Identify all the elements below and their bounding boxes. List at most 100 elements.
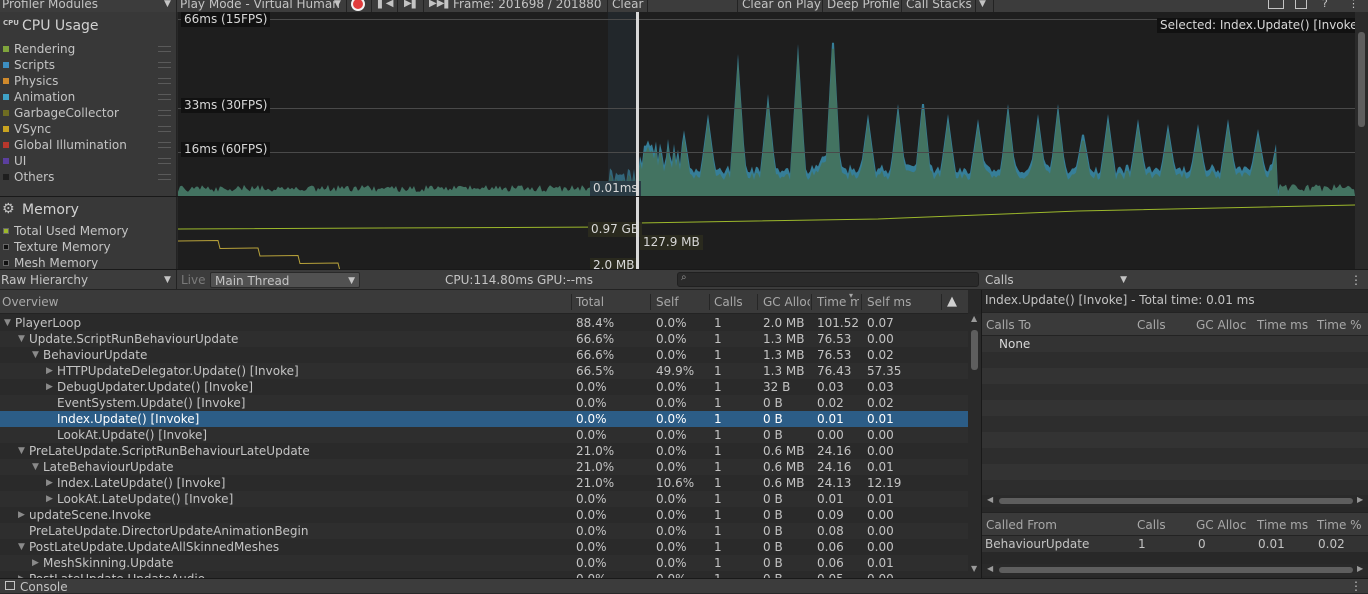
column-calls[interactable]: Calls	[714, 295, 743, 309]
table-row[interactable]: ▼ PlayerLoop 88.4% 0.0% 1 2.0 MB 101.52 0.07	[0, 315, 968, 331]
scroll-right-icon[interactable]: ▶	[1357, 495, 1363, 504]
search-field[interactable]: ⌕	[677, 272, 979, 287]
legend-item-garbagecollector[interactable]: GarbageCollector	[3, 105, 119, 121]
table-row[interactable]: ▼ LateBehaviourUpdate 21.0% 0.0% 1 0.6 MB 24.1…	[0, 459, 968, 475]
expanded-arrow-icon[interactable]: ▼	[32, 347, 39, 363]
column-called-from[interactable]: Called From	[986, 518, 1057, 532]
table-row[interactable]: LookAt.Update() [Invoke] 0.0% 0.0% 1 0 B 0.00…	[0, 427, 968, 443]
column-calls-to[interactable]: Calls To	[986, 318, 1031, 332]
column-gc-alloc[interactable]: GC Alloc	[1196, 518, 1246, 532]
table-row[interactable]: Index.Update() [Invoke] 0.0% 0.0% 1 0 B 0.01 0…	[0, 411, 968, 427]
table-row[interactable]: ▶ updateScene.Invoke 0.0% 0.0% 1 0 B 0.09 0.00	[0, 507, 968, 523]
drag-handle-icon[interactable]	[158, 142, 171, 148]
column-gc-alloc[interactable]: GC Alloc	[1196, 318, 1246, 332]
collapsed-arrow-icon[interactable]: ▶	[46, 491, 53, 507]
column-calls[interactable]: Calls	[1137, 318, 1166, 332]
expanded-arrow-icon[interactable]: ▼	[18, 539, 25, 555]
scroll-down-icon[interactable]: ▼	[971, 564, 977, 573]
chevron-down-icon[interactable]: ▼	[334, 0, 341, 12]
scrollbar-thumb[interactable]	[999, 498, 1353, 504]
column-overview[interactable]: Overview	[2, 295, 59, 309]
expanded-arrow-icon[interactable]: ▼	[4, 315, 11, 331]
previous-frame-icon[interactable]: ▌◀	[378, 0, 393, 12]
scrollbar-thumb[interactable]	[999, 567, 1353, 573]
next-frame-icon[interactable]: ▶▌	[404, 0, 419, 12]
legend-item-physics[interactable]: Physics	[3, 73, 58, 89]
legend-item-total-used-memory[interactable]: Total Used Memory	[3, 223, 129, 239]
scroll-right-icon[interactable]: ▶	[1357, 564, 1363, 573]
current-frame-icon[interactable]: ▶▶▌	[429, 0, 452, 12]
collapsed-arrow-icon[interactable]: ▶	[18, 571, 25, 578]
scrollbar-thumb[interactable]	[971, 330, 978, 370]
help-icon[interactable]: ?	[1322, 0, 1328, 12]
profiler-modules-dropdown[interactable]: Profiler Modules	[2, 0, 98, 12]
legend-item-ui[interactable]: UI	[3, 153, 26, 169]
chevron-down-icon[interactable]: ▼	[164, 272, 171, 288]
column-calls[interactable]: Calls	[1137, 518, 1166, 532]
tree-scrollbar[interactable]: ▲ ▼	[968, 314, 981, 578]
chevron-down-icon[interactable]: ▼	[164, 0, 171, 12]
drag-handle-icon[interactable]	[158, 110, 171, 116]
legend-item-vsync[interactable]: VSync	[3, 121, 51, 137]
collapsed-arrow-icon[interactable]: ▶	[46, 363, 53, 379]
save-icon[interactable]	[1295, 0, 1307, 9]
table-row[interactable]: ▼ Update.ScriptRunBehaviourUpdate 66.6% 0.0…	[0, 331, 968, 347]
column-gc-alloc[interactable]: GC Alloc	[763, 295, 810, 309]
table-row[interactable]: ▶ MeshSkinning.Update 0.0% 0.0% 1 0 B 0.06 0.01	[0, 555, 968, 571]
legend-item-scripts[interactable]: Scripts	[3, 57, 55, 73]
live-toggle[interactable]: Live	[181, 272, 206, 288]
scrollbar-thumb[interactable]	[1358, 32, 1365, 127]
column-self[interactable]: Self	[656, 295, 679, 309]
legend-item-texture-memory[interactable]: Texture Memory	[3, 239, 111, 255]
expanded-arrow-icon[interactable]: ▼	[32, 459, 39, 475]
scroll-up-icon[interactable]: ▲	[971, 314, 977, 323]
column-time-percent[interactable]: Time %	[1317, 518, 1362, 532]
table-row[interactable]: ▼ BehaviourUpdate 66.6% 0.0% 1 1.3 MB 76.53 0.0…	[0, 347, 968, 363]
calls-to-row[interactable]: None	[982, 336, 1368, 352]
thread-dropdown[interactable]: Main Thread ▼	[210, 272, 360, 288]
called-from-hscrollbar[interactable]: ◀ ▶	[982, 564, 1368, 576]
column-time-ms[interactable]: Time ms	[1257, 318, 1308, 332]
table-row[interactable]: ▼ PostLateUpdate.UpdateAllSkinnedMeshes 0.…	[0, 539, 968, 555]
deep-profile-button[interactable]: Deep Profile	[827, 0, 900, 12]
cpu-usage-chart[interactable]: 66ms (15FPS) 33ms (30FPS) 16ms (60FPS) 0…	[178, 12, 1355, 196]
drag-handle-icon[interactable]	[158, 94, 171, 100]
more-options-icon[interactable]: ⋮	[1348, 0, 1359, 12]
legend-item-rendering[interactable]: Rendering	[3, 41, 75, 57]
column-time-ms[interactable]: Time ms	[1257, 518, 1308, 532]
clear-on-play-button[interactable]: Clear on Play	[742, 0, 821, 12]
expanded-arrow-icon[interactable]: ▼	[18, 443, 25, 459]
more-options-icon[interactable]: ⋮	[1350, 272, 1362, 288]
table-row[interactable]: ▶ PostLateUpdate.UpdateAudio 0.0% 0.0% 1 0 B 0…	[0, 571, 968, 578]
play-mode-dropdown[interactable]: Play Mode - Virtual Human	[180, 0, 340, 12]
collapsed-arrow-icon[interactable]: ▶	[32, 555, 39, 571]
details-view-dropdown[interactable]: Calls ▼	[981, 272, 1131, 288]
call-stacks-button[interactable]: Call Stacks	[906, 0, 972, 12]
collapsed-arrow-icon[interactable]: ▶	[46, 379, 53, 395]
record-button[interactable]	[351, 0, 365, 11]
drag-handle-icon[interactable]	[158, 62, 171, 68]
collapsed-arrow-icon[interactable]: ▶	[46, 475, 53, 491]
table-row[interactable]: ▶ LookAt.LateUpdate() [Invoke] 0.0% 0.0% 1 0 …	[0, 491, 968, 507]
called-from-row[interactable]: BehaviourUpdate 1 0 0.01 0.02	[982, 536, 1368, 552]
legend-item-others[interactable]: Others	[3, 169, 54, 185]
legend-item-animation[interactable]: Animation	[3, 89, 75, 105]
column-time-percent[interactable]: Time %	[1317, 318, 1362, 332]
search-input[interactable]	[694, 273, 974, 286]
expanded-arrow-icon[interactable]: ▼	[18, 331, 25, 347]
modules-scrollbar[interactable]	[1355, 12, 1368, 269]
scroll-left-icon[interactable]: ◀	[987, 564, 993, 573]
console-tab[interactable]: Console	[20, 580, 68, 594]
legend-item-global-illumination[interactable]: Global Illumination	[3, 137, 127, 153]
load-icon[interactable]	[1268, 0, 1284, 9]
table-row[interactable]: ▶ DebugUpdater.Update() [Invoke] 0.0% 0.0% 1…	[0, 379, 968, 395]
frame-cursor[interactable]	[636, 12, 639, 196]
table-row[interactable]: ▼ PreLateUpdate.ScriptRunBehaviourLateUpd…	[0, 443, 968, 459]
column-total[interactable]: Total	[576, 295, 604, 309]
scroll-left-icon[interactable]: ◀	[987, 495, 993, 504]
view-mode-dropdown[interactable]: Raw Hierarchy	[1, 272, 88, 288]
table-row[interactable]: EventSystem.Update() [Invoke] 0.0% 0.0% 1 0 …	[0, 395, 968, 411]
collapsed-arrow-icon[interactable]: ▶	[18, 507, 25, 523]
clear-button[interactable]: Clear	[612, 0, 643, 12]
drag-handle-icon[interactable]	[158, 158, 171, 164]
